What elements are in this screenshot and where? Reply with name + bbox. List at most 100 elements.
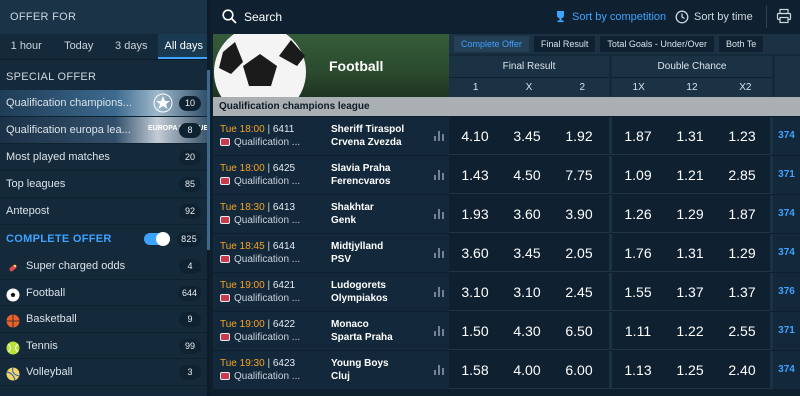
odd-2-button[interactable]: 3.90 — [553, 195, 605, 233]
special-item-most-played[interactable]: Most played matches 20 — [0, 144, 210, 171]
more-markets-button[interactable]: 371 — [773, 312, 800, 350]
odd-1x-button[interactable]: 1.55 — [612, 273, 664, 311]
odd-12-button[interactable]: 1.31 — [664, 234, 716, 272]
odd-x-button[interactable]: 3.60 — [501, 195, 553, 233]
search-field[interactable]: Search — [222, 8, 282, 26]
sort-by-time-button[interactable]: Sort by time — [675, 8, 753, 26]
sport-item-volleyball[interactable]: Volleyball 3 — [0, 359, 210, 386]
odd-1-button[interactable]: 1.93 — [449, 195, 501, 233]
stats-icon[interactable] — [434, 170, 444, 180]
odd-12-button[interactable]: 1.21 — [664, 156, 716, 194]
sort-by-competition-button[interactable]: Sort by competition — [554, 8, 666, 26]
odd-x2-button[interactable]: 1.87 — [716, 195, 768, 233]
odd-x2-button[interactable]: 2.85 — [716, 156, 768, 194]
complete-offer-toggle[interactable] — [144, 232, 170, 246]
special-item-antepost[interactable]: Antepost 92 — [0, 198, 210, 225]
sport-item-label: Tennis — [26, 339, 58, 352]
event-info[interactable]: Tue 18:00 | 6425 Qualification ... Slavia … — [213, 156, 449, 194]
column-header: 1X — [632, 82, 645, 93]
odd-12-button[interactable]: 1.37 — [664, 273, 716, 311]
more-markets-button[interactable]: 371 — [773, 156, 800, 194]
period-tab-today[interactable]: Today — [53, 34, 106, 59]
odd-x-button[interactable]: 4.30 — [501, 312, 553, 350]
sidebar-scroll-thumb[interactable] — [207, 70, 210, 250]
odd-2-button[interactable]: 1.92 — [553, 117, 605, 155]
sport-item-tennis[interactable]: Tennis 99 — [0, 333, 210, 359]
separator: | — [264, 358, 273, 369]
event-clock: 18:45 — [239, 241, 265, 252]
odd-12-button[interactable]: 1.29 — [664, 195, 716, 233]
event-info[interactable]: Tue 18:00 | 6411 Qualification ... Sheriff… — [213, 117, 449, 155]
market-tab-complete-offer[interactable]: Complete Offer — [454, 36, 529, 52]
odd-1x-button[interactable]: 1.76 — [612, 234, 664, 272]
odd-1x-button[interactable]: 1.09 — [612, 156, 664, 194]
print-icon[interactable] — [776, 8, 792, 24]
odd-x-button[interactable]: 3.45 — [501, 117, 553, 155]
stats-icon[interactable] — [434, 287, 444, 297]
event-row: Tue 18:00 | 6425 Qualification ... Slavia … — [213, 156, 800, 194]
sport-item-basketball[interactable]: Basketball 9 — [0, 306, 210, 333]
odd-12-button[interactable]: 1.25 — [664, 351, 716, 389]
odd-12-button[interactable]: 1.22 — [664, 312, 716, 350]
odd-1-button[interactable]: 3.10 — [449, 273, 501, 311]
market-tab-both-teams[interactable]: Both Te — [718, 36, 764, 52]
period-tab-1-hour[interactable]: 1 hour — [0, 34, 53, 59]
event-info[interactable]: Tue 19:30 | 6423 Qualification ... Young B… — [213, 351, 449, 389]
separator: | — [264, 319, 273, 330]
stats-icon[interactable] — [434, 365, 444, 375]
odd-1-button[interactable]: 1.50 — [449, 312, 501, 350]
event-info[interactable]: Tue 19:00 | 6422 Qualification ... Monaco S… — [213, 312, 449, 350]
period-tab-3-days[interactable]: 3 days — [105, 34, 158, 59]
stats-icon[interactable] — [434, 248, 444, 258]
odd-2-button[interactable]: 7.75 — [553, 156, 605, 194]
home-team: Sheriff Tiraspol — [331, 124, 405, 135]
more-markets-button[interactable]: 374 — [773, 234, 800, 272]
odd-x-button[interactable]: 4.00 — [501, 351, 553, 389]
odd-x-button[interactable]: 4.50 — [501, 156, 553, 194]
special-item-top-leagues[interactable]: Top leagues 85 — [0, 171, 210, 198]
odd-x2-button[interactable]: 1.23 — [716, 117, 768, 155]
event-time: Tue 18:00 | 6425 — [220, 163, 295, 174]
event-info[interactable]: Tue 18:30 | 6413 Qualification ... Shakhta… — [213, 195, 449, 233]
odd-2-button[interactable]: 6.50 — [553, 312, 605, 350]
market-tab-final-result[interactable]: Final Result — [533, 36, 596, 52]
odd-2-button[interactable]: 2.45 — [553, 273, 605, 311]
more-markets-button[interactable]: 376 — [773, 273, 800, 311]
odd-x2-button[interactable]: 2.55 — [716, 312, 768, 350]
odd-1-button[interactable]: 3.60 — [449, 234, 501, 272]
event-info[interactable]: Tue 19:00 | 6421 Qualification ... Ludogor… — [213, 273, 449, 311]
odd-1-button[interactable]: 4.10 — [449, 117, 501, 155]
sport-item-football[interactable]: Football 644 — [0, 280, 210, 306]
sidebar-scrollbar[interactable] — [207, 0, 210, 396]
odd-x-button[interactable]: 3.10 — [501, 273, 553, 311]
odd-x2-button[interactable]: 2.40 — [716, 351, 768, 389]
odd-x-button[interactable]: 3.45 — [501, 234, 553, 272]
more-markets-button[interactable]: 374 — [773, 351, 800, 389]
odd-12-button[interactable]: 1.31 — [664, 117, 716, 155]
odd-1-button[interactable]: 1.43 — [449, 156, 501, 194]
stats-icon[interactable] — [434, 131, 444, 141]
complete-offer-row: COMPLETE OFFER 825 — [0, 225, 210, 253]
sport-item-super-charged-odds[interactable]: Super charged odds 4 — [0, 253, 210, 280]
odd-2-button[interactable]: 2.05 — [553, 234, 605, 272]
special-item-qualification-europa[interactable]: Qualification europa lea... EUROPA LEAGU… — [0, 117, 210, 144]
event-info[interactable]: Tue 18:45 | 6414 Qualification ... Midtjyl… — [213, 234, 449, 272]
odd-1x-button[interactable]: 1.26 — [612, 195, 664, 233]
odd-1x-button[interactable]: 1.87 — [612, 117, 664, 155]
odd-x2-button[interactable]: 1.37 — [716, 273, 768, 311]
special-item-qualification-champions[interactable]: Qualification champions... 10 — [0, 90, 210, 117]
odd-2-button[interactable]: 6.00 — [553, 351, 605, 389]
stats-bar — [438, 287, 440, 297]
odd-1x-button[interactable]: 1.11 — [612, 312, 664, 350]
event-day: Tue — [220, 319, 237, 330]
odd-x2-button[interactable]: 1.29 — [716, 234, 768, 272]
period-tab-all-days[interactable]: All days — [157, 34, 210, 59]
more-markets-button[interactable]: 374 — [773, 195, 800, 233]
market-tab-total-goals[interactable]: Total Goals - Under/Over — [600, 36, 714, 52]
stats-icon[interactable] — [434, 326, 444, 336]
more-markets-button[interactable]: 374 — [773, 117, 800, 155]
odd-1-button[interactable]: 1.58 — [449, 351, 501, 389]
column-separator — [609, 117, 612, 155]
odd-1x-button[interactable]: 1.13 — [612, 351, 664, 389]
stats-icon[interactable] — [434, 209, 444, 219]
